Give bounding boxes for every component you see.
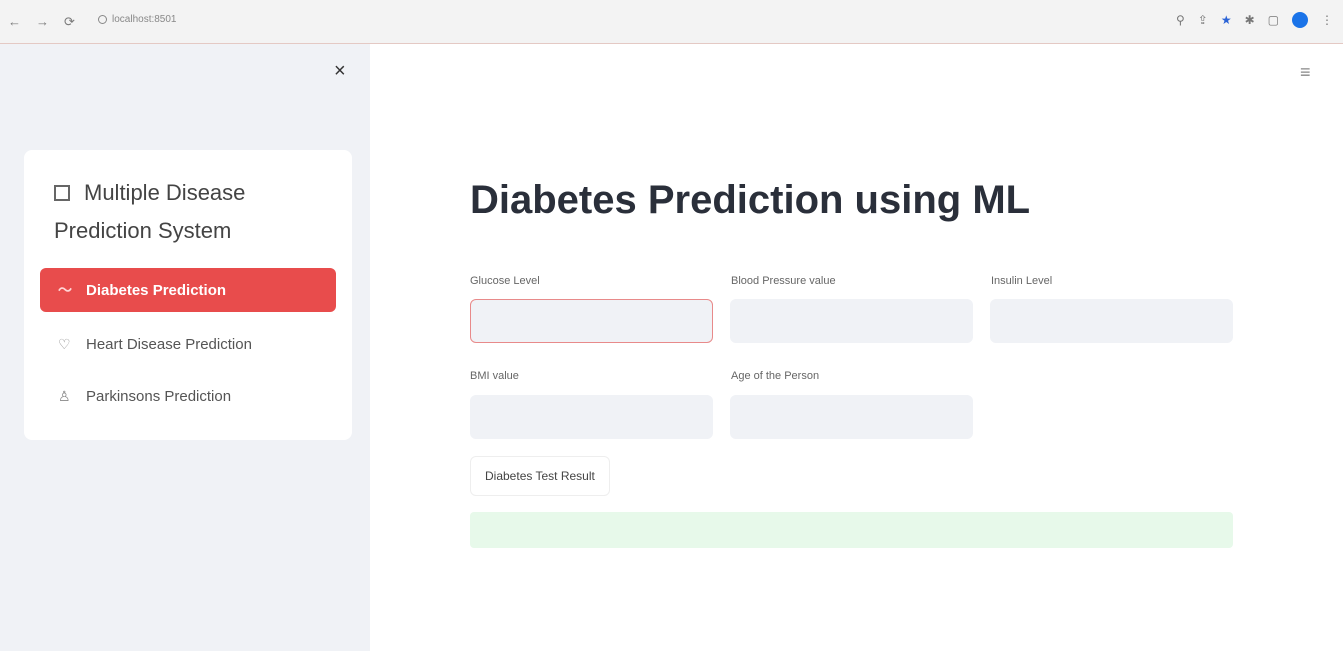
menu-item-diabetes[interactable]: 〜 Diabetes Prediction [40,268,336,312]
sidebar-icon[interactable]: ▢ [1268,13,1279,27]
result-message [470,512,1233,548]
diabetes-test-result-button[interactable]: Diabetes Test Result [470,456,610,496]
hamburger-menu-icon[interactable]: ≡ [1300,62,1311,83]
activity-icon: 〜 [58,282,72,298]
menu-icon[interactable]: ⋮ [1321,13,1333,27]
insulin-input[interactable] [990,299,1233,343]
bmi-input[interactable] [470,395,713,439]
star-icon[interactable]: ★ [1221,13,1232,27]
menu-item-parkinsons[interactable]: ♙ Parkinsons Prediction [40,374,336,418]
reload-icon[interactable]: ⟳ [64,14,75,30]
browser-toolbar: ← → ⟳ localhost:8501 ⚲ ⇪ ★ ✱ ▢ ⋮ [0,0,1343,44]
share-icon[interactable]: ⇪ [1198,13,1208,27]
blood-pressure-input[interactable] [730,299,973,343]
age-label: Age of the Person [731,370,820,382]
extension-icon[interactable]: ✱ [1245,13,1255,27]
menu-item-label: Parkinsons Prediction [86,387,232,405]
url-text: localhost:8501 [112,14,177,25]
menu-item-label: Diabetes Prediction [86,281,227,299]
menu-item-heart[interactable]: ♡ Heart Disease Prediction [40,322,336,366]
heart-icon: ♡ [58,335,71,352]
site-info-icon[interactable] [98,15,107,24]
glucose-label: Glucose Level [470,275,540,287]
app-logo-icon [54,185,70,201]
menu-item-label: Heart Disease Prediction [86,335,252,353]
blood-pressure-label: Blood Pressure value [731,275,836,287]
profile-avatar[interactable] [1292,12,1308,28]
menu-title-text: Multiple Disease Prediction System [54,180,246,243]
option-menu: Multiple Disease Prediction System 〜 Dia… [24,150,352,440]
close-sidebar-icon[interactable]: × [334,60,346,83]
page-title: Diabetes Prediction using ML [470,178,1031,222]
menu-title: Multiple Disease Prediction System [54,174,334,250]
glucose-input[interactable] [470,299,713,343]
sidebar: × Multiple Disease Prediction System 〜 D… [0,44,370,651]
forward-arrow-icon[interactable]: → [36,14,49,29]
bmi-label: BMI value [470,370,519,382]
back-arrow-icon[interactable]: ← [8,14,21,29]
person-icon: ♙ [58,387,71,404]
address-bar[interactable]: localhost:8501 [98,14,177,25]
age-input[interactable] [730,395,973,439]
insulin-label: Insulin Level [991,275,1053,287]
search-icon[interactable]: ⚲ [1176,13,1185,27]
